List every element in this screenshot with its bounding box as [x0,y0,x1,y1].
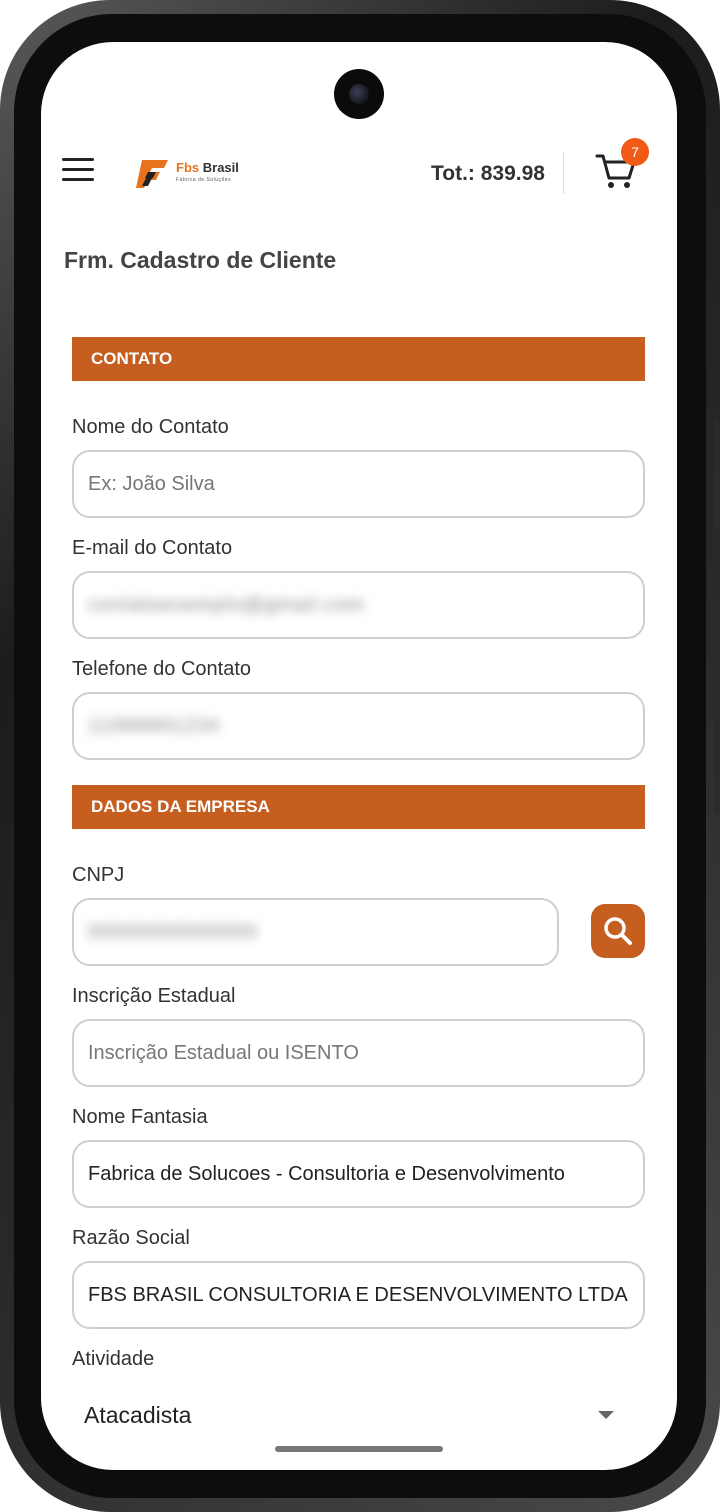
header-divider [563,152,564,194]
telefone-contato-label: Telefone do Contato [72,658,252,680]
logo-wordmark: Fbs Brasil [176,160,239,175]
inscricao-estadual-input[interactable]: Inscrição Estadual ou ISENTO [72,1019,645,1087]
app-header: Fbs Brasil Fábrica de Soluções Tot.: 839… [41,138,677,202]
cart-total: Tot.: 839.98 [431,162,545,185]
nome-fantasia-input[interactable]: Fabrica de Solucoes - Consultoria e Dese… [72,1140,645,1208]
razao-social-input[interactable]: FBS BRASIL CONSULTORIA E DESENVOLVIMENTO… [72,1261,645,1329]
email-contato-label: E-mail do Contato [72,537,233,559]
front-camera [334,69,384,119]
telefone-contato-input[interactable]: 11999991234 [72,692,645,760]
section-header-contato: CONTATO [72,337,645,381]
inscricao-estadual-label: Inscrição Estadual [72,985,236,1007]
email-contato-input[interactable]: contatoexemplo@gmail.com [72,571,645,639]
email-contato-value: contatoexemplo@gmail.com [88,594,365,616]
cart-count-badge: 7 [621,138,649,166]
volume-button [714,600,720,815]
razao-social-label: Razão Social [72,1227,190,1249]
logo-word-fbs: Fbs [176,160,200,175]
logo-subtitle: Fábrica de Soluções [176,177,232,183]
hamburger-menu-icon[interactable] [62,158,94,182]
app-screen: Fbs Brasil Fábrica de Soluções Tot.: 839… [41,42,677,1470]
section-header-empresa: DADOS DA EMPRESA [72,785,645,829]
page-title: Frm. Cadastro de Cliente [64,247,337,273]
cnpj-search-button[interactable] [591,904,645,958]
nome-contato-label: Nome do Contato [72,416,229,438]
nome-fantasia-label: Nome Fantasia [72,1106,208,1128]
search-icon [604,917,632,945]
cnpj-label: CNPJ [72,864,125,886]
fbs-brasil-logo[interactable]: Fbs Brasil Fábrica de Soluções [134,152,244,192]
home-indicator[interactable] [275,1446,443,1452]
power-button [714,420,720,530]
telefone-contato-value: 11999991234 [88,715,220,737]
atividade-select[interactable]: Atacadista [84,1402,191,1429]
atividade-label: Atividade [72,1348,155,1370]
caret-down-icon[interactable] [598,1411,614,1419]
nome-contato-input[interactable]: Ex: João Silva [72,450,645,518]
logo-word-brasil: Brasil [202,160,239,175]
cnpj-value: 00000000000000 [88,921,258,943]
logo-mark-icon [136,160,168,188]
cnpj-input[interactable]: 00000000000000 [72,898,559,966]
